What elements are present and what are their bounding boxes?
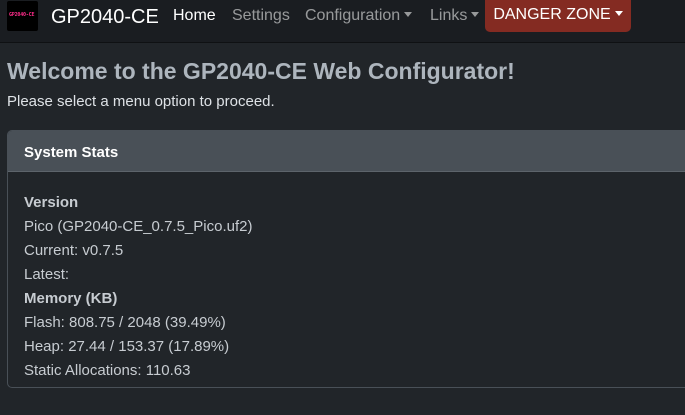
gp2040-logo-icon[interactable]: GP2040-CE bbox=[7, 1, 38, 31]
page-subtitle: Please select a menu option to proceed. bbox=[7, 93, 275, 110]
system-stats-card: System Stats Version Pico (GP2040-CE_0.7… bbox=[7, 130, 685, 388]
nav-item-settings[interactable]: Settings bbox=[232, 7, 290, 25]
flash-memory: Flash: 808.75 / 2048 (39.49%) bbox=[24, 314, 226, 331]
danger-zone-dropdown-button[interactable]: DANGER ZONE bbox=[485, 0, 631, 32]
nav-item-configuration-label: Configuration bbox=[305, 7, 401, 24]
logo-text: GP2040-CE bbox=[9, 12, 35, 18]
memory-heading: Memory (KB) bbox=[24, 290, 118, 307]
chevron-down-icon bbox=[614, 11, 623, 16]
top-navbar: GP2040-CE GP2040-CE Home Settings Config… bbox=[0, 0, 685, 43]
chevron-down-icon bbox=[471, 12, 480, 17]
brand-title[interactable]: GP2040-CE bbox=[51, 6, 159, 28]
version-value: Pico (GP2040-CE_0.7.5_Pico.uf2) bbox=[24, 218, 253, 235]
card-body: Version Pico (GP2040-CE_0.7.5_Pico.uf2) … bbox=[24, 191, 252, 383]
static-allocations: Static Allocations: 110.63 bbox=[24, 362, 191, 379]
heap-memory: Heap: 27.44 / 153.37 (17.89%) bbox=[24, 338, 230, 355]
card-header-title: System Stats bbox=[24, 144, 119, 161]
current-version: Current: v0.7.5 bbox=[24, 242, 124, 259]
card-header: System Stats bbox=[8, 131, 685, 172]
latest-version: Latest: bbox=[24, 266, 70, 283]
nav-item-home[interactable]: Home bbox=[173, 7, 216, 25]
nav-item-home-label: Home bbox=[173, 7, 216, 24]
page-title: Welcome to the GP2040-CE Web Configurato… bbox=[7, 58, 515, 84]
nav-item-links[interactable]: Links bbox=[430, 7, 480, 25]
chevron-down-icon bbox=[404, 12, 413, 17]
nav-item-settings-label: Settings bbox=[232, 7, 290, 24]
nav-item-configuration[interactable]: Configuration bbox=[305, 7, 413, 25]
version-heading: Version bbox=[24, 194, 79, 211]
nav-item-links-label: Links bbox=[430, 7, 468, 24]
danger-zone-label: DANGER ZONE bbox=[493, 6, 611, 23]
